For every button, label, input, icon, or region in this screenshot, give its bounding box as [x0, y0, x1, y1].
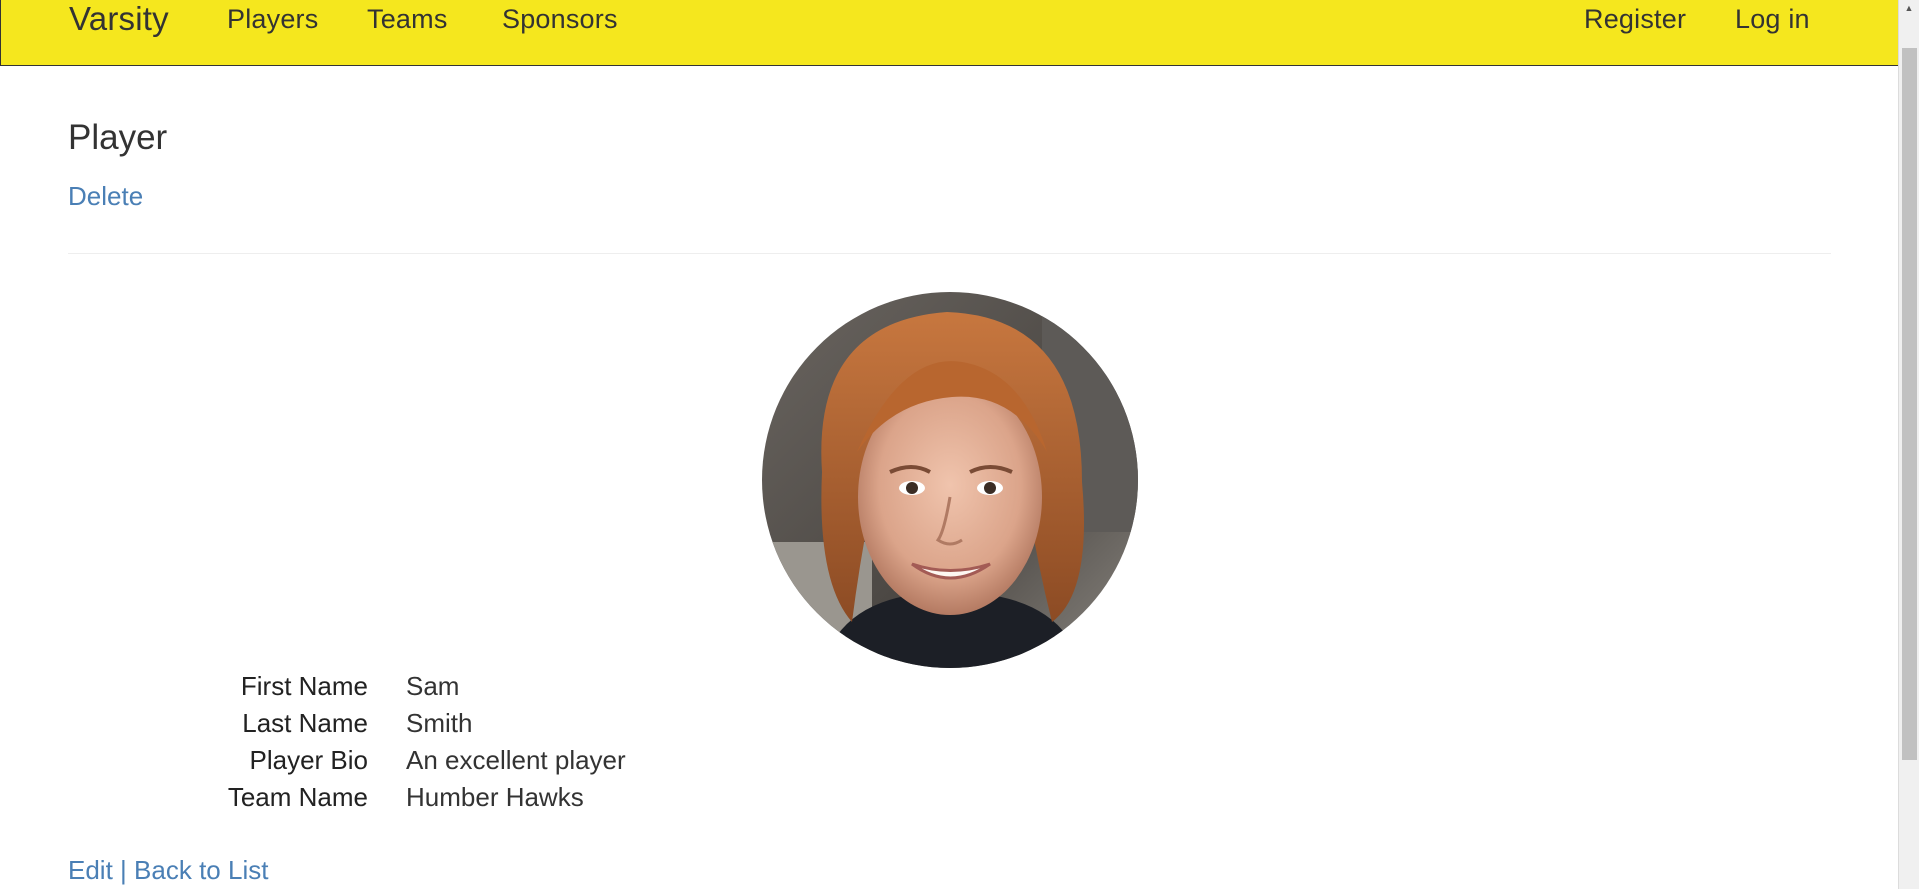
- player-bio-label: Player Bio: [249, 745, 369, 775]
- top-navbar: Varsity Players Teams Sponsors Register …: [0, 0, 1898, 66]
- first-name-value: Sam: [406, 671, 460, 701]
- player-photo: [762, 292, 1138, 668]
- nav-link-teams[interactable]: Teams: [367, 4, 448, 35]
- divider: [68, 253, 1831, 254]
- page-scrollbar[interactable]: ▲: [1898, 0, 1919, 889]
- scrollbar-thumb[interactable]: [1902, 48, 1917, 760]
- nav-link-players[interactable]: Players: [227, 4, 318, 35]
- edit-link[interactable]: Edit: [68, 855, 113, 885]
- team-name-label: Team Name: [227, 782, 368, 812]
- page-title: Player: [68, 118, 168, 157]
- last-name-value: Smith: [406, 708, 473, 738]
- register-link[interactable]: Register: [1584, 4, 1686, 35]
- delete-link[interactable]: Delete: [68, 181, 143, 212]
- first-name-label: First Name: [240, 671, 368, 701]
- team-name-link[interactable]: Humber Hawks: [406, 782, 584, 813]
- back-to-list-link[interactable]: Back to List: [134, 855, 268, 885]
- player-bio-value: An excellent player: [406, 745, 626, 775]
- nav-link-sponsors[interactable]: Sponsors: [502, 4, 618, 35]
- login-link[interactable]: Log in: [1735, 4, 1810, 35]
- scroll-up-arrow-icon[interactable]: ▲: [1899, 0, 1919, 16]
- last-name-label: Last Name: [242, 708, 368, 738]
- footer-separator: |: [120, 855, 127, 885]
- footer-actions: Edit | Back to List: [68, 855, 268, 886]
- brand-link[interactable]: Varsity: [69, 0, 169, 38]
